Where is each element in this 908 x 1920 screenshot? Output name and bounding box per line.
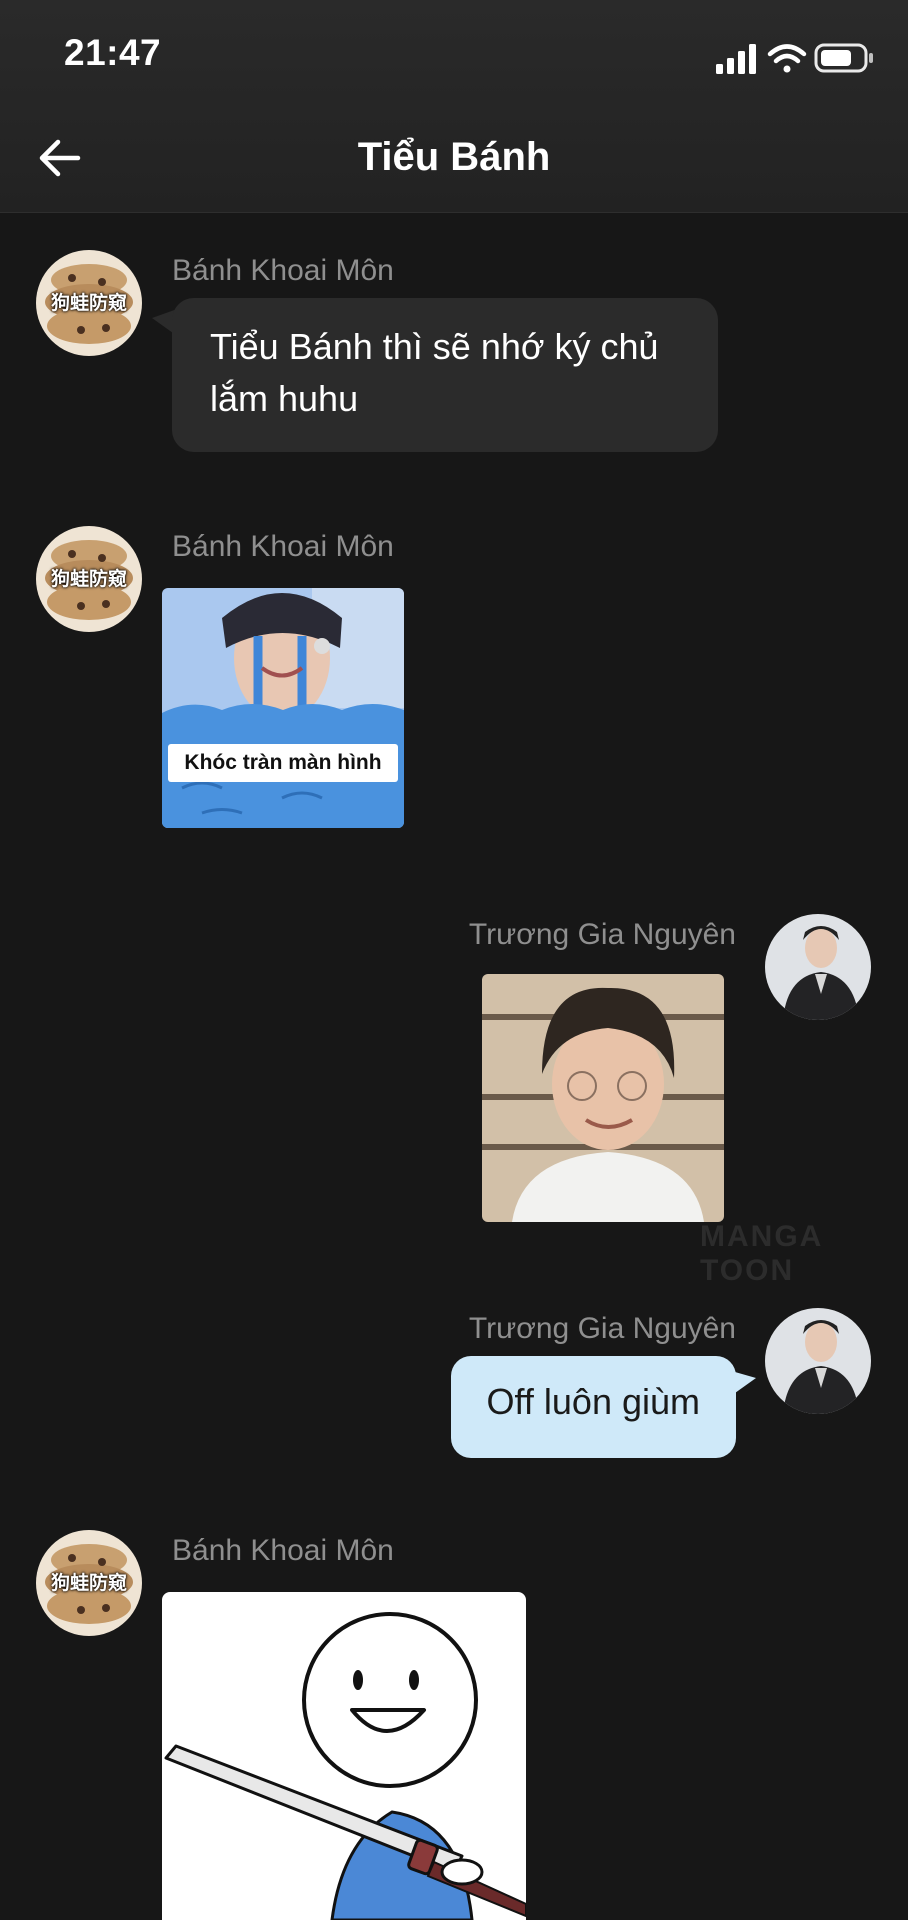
profile-photo-icon [765,1308,871,1414]
smiling-boy-photo [482,974,724,1222]
sender-name: Trương Gia Nguyên [468,1312,736,1345]
avatar-banh-khoai-mon[interactable]: 狗蛙防窥 [36,250,142,356]
avatar-text: 狗蛙防窥 [50,293,127,314]
sender-name: Bánh Khoai Môn [172,530,394,563]
status-icons [716,43,873,74]
battery-icon [814,43,873,73]
sender-name: Bánh Khoai Môn [172,1534,394,1567]
wifi-icon [767,44,807,73]
watermark-text: MANGA TOON [700,1220,823,1287]
crying-boy-illustration [162,588,404,828]
sender-name: Trương Gia Nguyên [468,918,736,951]
message-bubble[interactable]: Tiểu Bánh thì sẽ nhớ ký chủ lắm huhu [172,298,718,452]
avatar-text: 狗蛙防窥 [50,569,127,590]
sender-name: Bánh Khoai Môn [172,254,394,287]
avatar-truong-gia-nguyen[interactable] [765,914,871,1020]
sticker-caption: Khóc tràn màn hình [184,751,382,774]
status-time: 21:47 [64,32,162,73]
bubble-tail [728,1370,756,1398]
photo-smiling-boy[interactable] [482,974,724,1222]
avatar-banh-khoai-mon[interactable]: 狗蛙防窥 [36,526,142,632]
message-bubble[interactable]: Off luôn giùm [450,1356,736,1458]
avatar-text: 狗蛙防窥 [50,1573,127,1594]
sticker-crying-image[interactable]: Khóc tràn màn hình [162,588,404,828]
avatar-banh-khoai-mon[interactable]: 狗蛙防窥 [36,1530,142,1636]
avatar-truong-gia-nguyen[interactable] [765,1308,871,1414]
signal-icon [716,44,756,74]
smiley-sword-illustration [162,1592,526,1920]
chat-title: Tiểu Bánh [357,135,551,179]
sticker-sword-guy[interactable] [162,1592,526,1920]
profile-photo-icon [765,914,871,1020]
top-bar: 21:47 Tiểu Bánh [0,0,908,213]
